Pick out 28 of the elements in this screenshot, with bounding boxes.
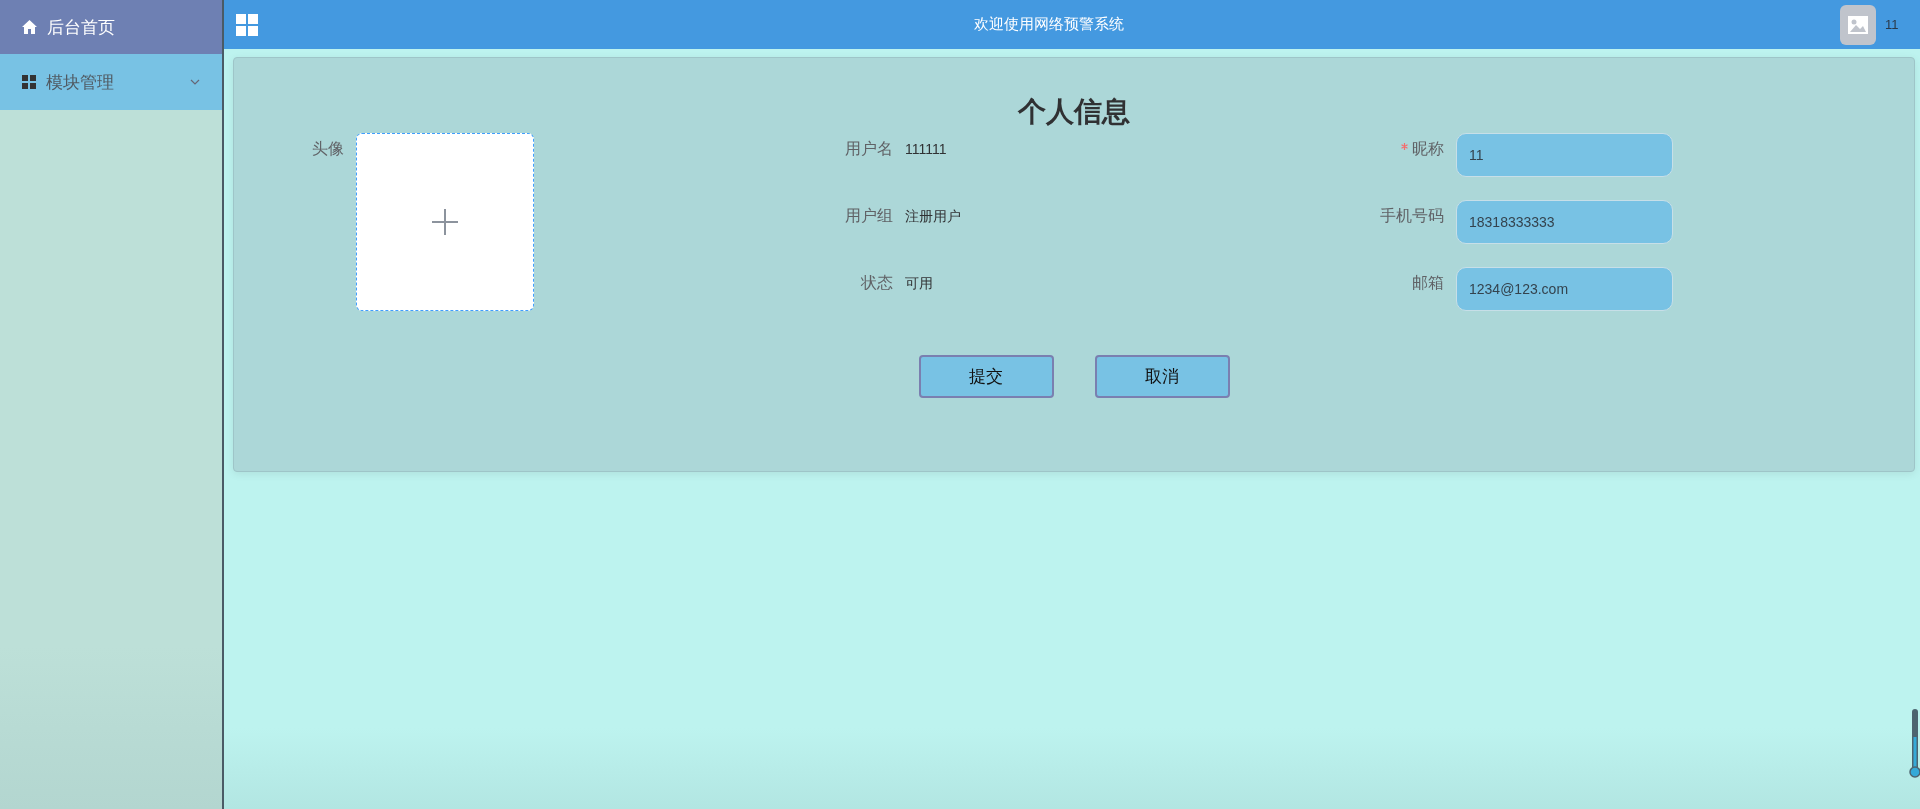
- home-icon: [22, 20, 37, 34]
- field-label: 用户名: [844, 139, 894, 159]
- user-name[interactable]: 11: [1885, 17, 1910, 32]
- field-label: 用户组: [844, 206, 894, 226]
- user-avatar[interactable]: [1840, 4, 1876, 45]
- form-button[interactable]: 取消: [1094, 355, 1230, 398]
- chevron-icon: [190, 79, 200, 85]
- thermometer-icon: [1909, 709, 1920, 779]
- field-label: 昵称: [1412, 140, 1444, 157]
- field-label: 邮箱: [1412, 274, 1444, 291]
- sidebar-item[interactable]: 模块管理: [0, 54, 222, 110]
- input-field[interactable]: 18318333333: [1456, 200, 1673, 244]
- input-field[interactable]: 1234@123.com: [1456, 267, 1673, 311]
- field-label: 状态: [860, 273, 894, 293]
- plus-icon: [432, 209, 458, 235]
- grid-icon: [22, 75, 36, 89]
- card-title: 个人信息: [1016, 95, 1131, 129]
- input-field[interactable]: 11: [1456, 133, 1673, 177]
- field-label: 头像: [311, 139, 345, 159]
- field-label: 手机号码: [1380, 207, 1444, 224]
- field-value: 注册用户: [905, 207, 962, 226]
- field-value: 111111: [905, 140, 948, 159]
- sidebar-item[interactable]: 后台首页: [0, 0, 222, 54]
- page-title: 欢迎使用网络预警系统: [973, 15, 1125, 34]
- form-button[interactable]: 提交: [918, 355, 1054, 398]
- field-value: 可用: [905, 274, 934, 293]
- grid-menu-icon[interactable]: [236, 13, 258, 36]
- image-icon: [1848, 15, 1868, 34]
